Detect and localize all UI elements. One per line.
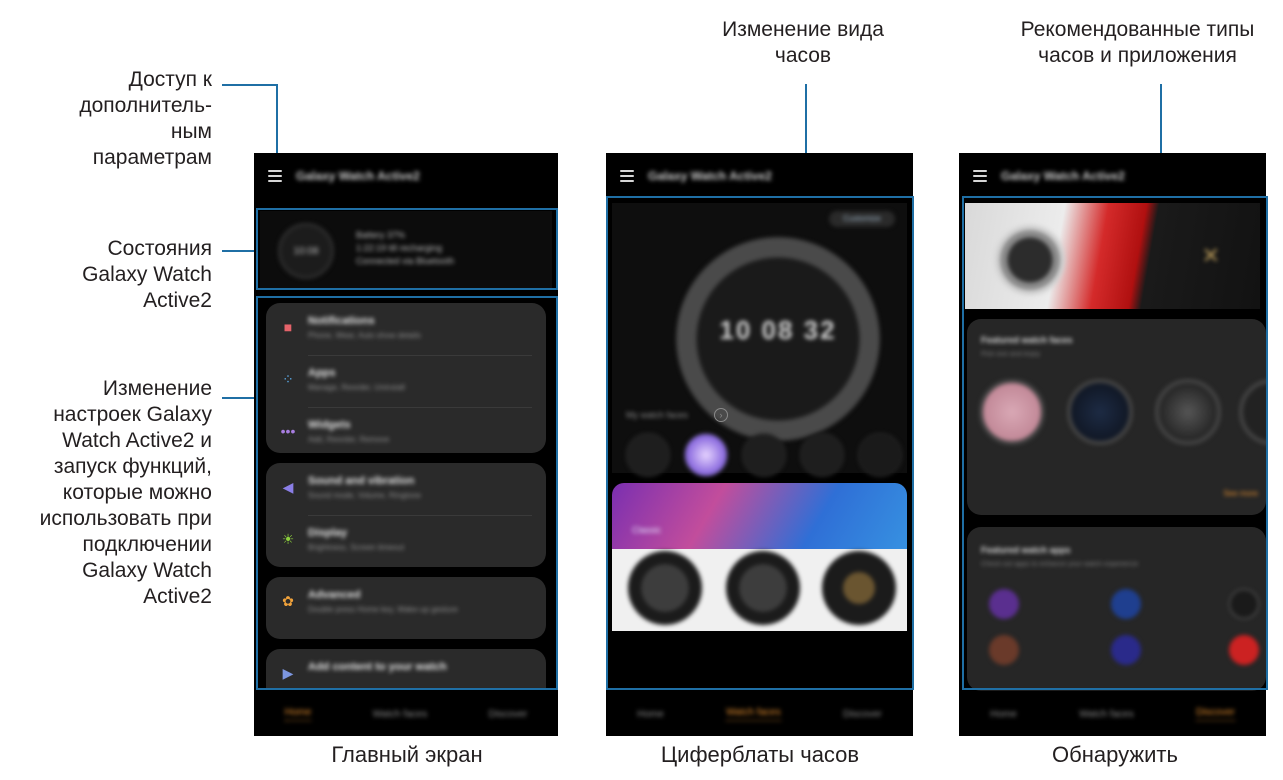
tab-discover[interactable]: Discover bbox=[843, 709, 882, 720]
tab-home[interactable]: Home bbox=[637, 709, 664, 720]
highlight-frame-discover bbox=[962, 196, 1268, 690]
device-name-text: Galaxy Watch Active2 bbox=[296, 169, 420, 183]
callout-more-options: Доступ к дополнитель- ным параметрам bbox=[79, 68, 212, 169]
app-title-bar: Galaxy Watch Active2 bbox=[606, 153, 913, 199]
bottom-navigation: Home Watch faces Discover bbox=[959, 692, 1266, 736]
highlight-frame-status bbox=[256, 208, 558, 290]
tab-watch-faces[interactable]: Watch faces bbox=[726, 707, 781, 721]
callout-watch-status: Состояния Galaxy Watch Active2 bbox=[82, 237, 212, 312]
device-name-text: Galaxy Watch Active2 bbox=[648, 169, 772, 183]
highlight-frame-watch-faces bbox=[606, 196, 914, 690]
bottom-navigation: Home Watch faces Discover bbox=[606, 692, 913, 736]
tab-discover[interactable]: Discover bbox=[488, 709, 527, 720]
callout-recommended: Рекомендованные типы часов и приложения bbox=[1020, 18, 1255, 67]
menu-icon[interactable] bbox=[268, 170, 282, 182]
menu-icon[interactable] bbox=[620, 170, 634, 182]
app-title-bar: Galaxy Watch Active2 bbox=[254, 153, 558, 199]
caption-watch-faces: Циферблаты часов bbox=[660, 742, 860, 767]
tab-watch-faces[interactable]: Watch faces bbox=[1079, 709, 1134, 720]
leader-line bbox=[222, 250, 256, 252]
caption-home: Главный экран bbox=[331, 742, 483, 767]
caption-discover: Обнаружить bbox=[1052, 742, 1178, 767]
leader-line bbox=[222, 397, 256, 399]
callout-change-watch: Изменение вида часов bbox=[722, 18, 884, 67]
leader-line bbox=[276, 84, 278, 160]
menu-icon[interactable] bbox=[973, 170, 987, 182]
tab-home[interactable]: Home bbox=[990, 709, 1017, 720]
highlight-frame-settings bbox=[256, 296, 558, 690]
tab-home[interactable]: Home bbox=[284, 707, 312, 721]
app-title-bar: Galaxy Watch Active2 bbox=[959, 153, 1266, 199]
leader-line bbox=[222, 84, 278, 86]
tab-discover[interactable]: Discover bbox=[1195, 707, 1235, 721]
device-name-text: Galaxy Watch Active2 bbox=[1001, 169, 1125, 183]
tab-watch-faces[interactable]: Watch faces bbox=[373, 709, 428, 720]
bottom-navigation: Home Watch faces Discover bbox=[254, 692, 558, 736]
callout-settings: Изменение настроек Galaxy Watch Active2 … bbox=[39, 377, 212, 608]
